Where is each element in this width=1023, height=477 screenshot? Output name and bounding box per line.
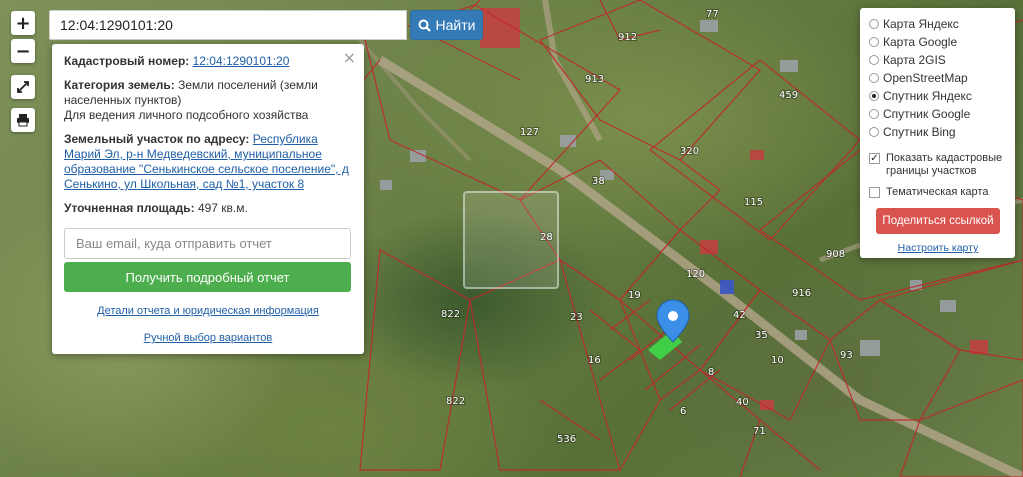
search-button-label: Найти xyxy=(435,17,476,33)
plot-label: 6 xyxy=(680,406,686,417)
plot-label: 127 xyxy=(520,127,539,138)
thematic-map-toggle[interactable]: Тематическая карта xyxy=(869,186,1007,199)
plot-label: 10 xyxy=(771,355,784,366)
fullscreen-button[interactable] xyxy=(11,75,35,99)
layer-option-yandex-satellite[interactable]: Спутник Яндекс xyxy=(869,87,1007,105)
watermark-logo xyxy=(463,191,559,289)
parcel-info-popup: × Кадастровый номер: 12:04:1290101:20 Ка… xyxy=(52,44,364,354)
plot-label: 19 xyxy=(628,290,641,301)
plot-label: 320 xyxy=(680,146,699,157)
location-marker-icon[interactable] xyxy=(656,299,690,343)
plot-label: 822 xyxy=(441,309,460,320)
plot-label: 38 xyxy=(592,176,605,187)
show-borders-label: Показать кадастровые границы участков xyxy=(886,152,1003,177)
show-cadastral-borders-toggle[interactable]: ✓ Показать кадастровые границы участков xyxy=(869,152,1007,178)
plot-label: 77 xyxy=(706,9,719,20)
land-usage-value: Для ведения личного подсобного хозяйства xyxy=(64,108,309,122)
plot-label: 913 xyxy=(585,74,604,85)
checkbox[interactable] xyxy=(869,187,880,198)
layer-option-2gis-map[interactable]: Карта 2GIS xyxy=(869,51,1007,69)
area-label: Уточненная площадь: xyxy=(64,201,195,215)
cadastral-number-label: Кадастровый номер: xyxy=(64,54,190,68)
cadastral-number-row: Кадастровый номер: 12:04:1290101:20 xyxy=(64,54,352,69)
plot-label: 822 xyxy=(446,396,465,407)
close-icon[interactable]: × xyxy=(343,50,356,66)
search-icon xyxy=(418,19,431,32)
layer-option-label: Карта 2GIS xyxy=(883,53,946,67)
get-report-button[interactable]: Получить подробный отчет xyxy=(64,262,351,292)
plot-label: 16 xyxy=(588,355,601,366)
layer-option-bing-satellite[interactable]: Спутник Bing xyxy=(869,123,1007,141)
expand-arrows-icon xyxy=(17,81,29,93)
plot-label: 42 xyxy=(733,310,746,321)
layer-option-osm[interactable]: OpenStreetMap xyxy=(869,69,1007,87)
plot-label: 536 xyxy=(557,434,576,445)
search-input[interactable] xyxy=(49,10,407,40)
layer-option-yandex-map[interactable]: Карта Яндекс xyxy=(869,15,1007,33)
checkbox-checked[interactable]: ✓ xyxy=(869,153,880,164)
radio-button[interactable] xyxy=(869,55,879,65)
thematic-map-label: Тематическая карта xyxy=(886,186,989,198)
address-label: Земельный участок по адресу: xyxy=(64,132,250,146)
layer-option-label: Спутник Яндекс xyxy=(883,89,972,103)
map-layer-panel: Карта Яндекс Карта Google Карта 2GIS Ope… xyxy=(860,8,1015,258)
share-link-button[interactable]: Поделиться ссылкой xyxy=(876,208,1000,234)
area-value: 497 кв.м. xyxy=(197,201,248,215)
zoom-out-button[interactable]: − xyxy=(11,39,35,63)
printer-icon xyxy=(17,114,29,127)
plot-label: 459 xyxy=(779,90,798,101)
radio-button[interactable] xyxy=(869,127,879,137)
search-button[interactable]: Найти xyxy=(410,10,483,40)
manual-selection-link[interactable]: Ручной выбор вариантов xyxy=(144,332,272,344)
plot-label: 71 xyxy=(753,426,766,437)
plot-label: 912 xyxy=(618,32,637,43)
zoom-in-button[interactable]: + xyxy=(11,11,35,35)
cadastral-number-link[interactable]: 12:04:1290101:20 xyxy=(193,54,290,68)
radio-button-selected[interactable] xyxy=(869,91,879,101)
print-button[interactable] xyxy=(11,108,35,132)
email-field[interactable] xyxy=(64,228,351,259)
report-details-link[interactable]: Детали отчета и юридическая информация xyxy=(97,305,319,317)
address-row: Земельный участок по адресу: Республика … xyxy=(64,132,352,192)
plot-label: 916 xyxy=(792,288,811,299)
area-row: Уточненная площадь: 497 кв.м. xyxy=(64,201,352,216)
radio-button[interactable] xyxy=(869,73,879,83)
plot-label: 93 xyxy=(840,350,853,361)
radio-button[interactable] xyxy=(869,19,879,29)
land-category-label: Категория земель: xyxy=(64,78,175,92)
layer-option-label: Карта Яндекс xyxy=(883,17,959,31)
layer-option-google-map[interactable]: Карта Google xyxy=(869,33,1007,51)
layer-option-label: OpenStreetMap xyxy=(883,71,968,85)
plot-label: 40 xyxy=(736,397,749,408)
plot-label: 120 xyxy=(686,269,705,280)
radio-button[interactable] xyxy=(869,109,879,119)
plot-label: 35 xyxy=(755,330,768,341)
plot-label: 23 xyxy=(570,312,583,323)
layer-option-google-satellite[interactable]: Спутник Google xyxy=(869,105,1007,123)
radio-button[interactable] xyxy=(869,37,879,47)
layer-option-label: Спутник Google xyxy=(883,107,971,121)
layer-option-label: Спутник Bing xyxy=(883,125,956,139)
layer-option-label: Карта Google xyxy=(883,35,958,49)
plot-label: 908 xyxy=(826,249,845,260)
configure-map-link[interactable]: Настроить карту xyxy=(898,242,979,254)
plot-label: 8 xyxy=(708,367,714,378)
plot-label: 115 xyxy=(744,197,763,208)
land-category-row: Категория земель: Земли поселений (земли… xyxy=(64,78,352,123)
